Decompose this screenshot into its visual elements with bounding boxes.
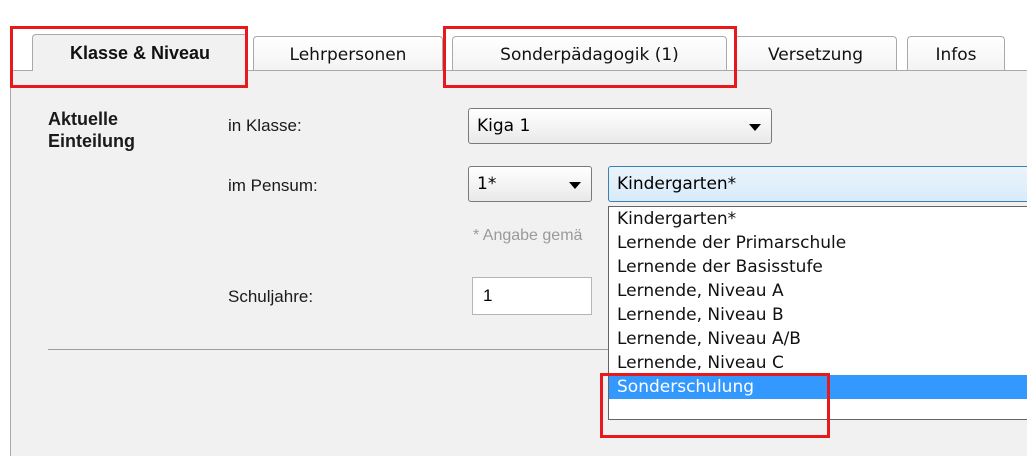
dropdown-option[interactable]: Kindergarten* (609, 207, 1027, 231)
section-heading-line2: Einteilung (48, 131, 135, 151)
section-heading-line1: Aktuelle (48, 109, 119, 129)
dropdown-option-selected[interactable]: Sonderschulung (609, 375, 1027, 399)
chevron-down-icon (749, 124, 761, 131)
schuljahre-label: Schuljahre: (228, 287, 314, 306)
pensum-label: im Pensum: (228, 176, 318, 195)
klasse-select[interactable]: Kiga 1 (468, 108, 772, 144)
tab-klasse-niveau[interactable]: Klasse & Niveau (32, 34, 248, 71)
divider (48, 349, 618, 350)
niveau-select-value: Kindergarten* (617, 174, 737, 194)
klasse-select-value: Kiga 1 (477, 116, 531, 136)
niveau-select[interactable]: Kindergarten* (608, 166, 1027, 202)
dropdown-option[interactable]: Lernende, Niveau A (609, 279, 1027, 303)
klasse-label: in Klasse: (228, 116, 302, 135)
pensum-select-value: 1* (477, 174, 497, 194)
dropdown-option[interactable]: Lernende der Basisstufe (609, 255, 1027, 279)
dropdown-option[interactable]: Lernende der Primarschule (609, 231, 1027, 255)
tab-versetzung[interactable]: Versetzung (734, 36, 897, 70)
dropdown-option[interactable]: Lernende, Niveau B (609, 303, 1027, 327)
tab-sonderpaedagogik[interactable]: Sonderpädagogik (1) (452, 36, 727, 70)
tab-infos[interactable]: Infos (907, 36, 1005, 70)
section-heading: Aktuelle Einteilung (48, 108, 135, 152)
chevron-down-icon (569, 182, 581, 189)
pensum-hint: * Angabe gemä (473, 227, 583, 244)
dropdown-option[interactable]: Lernende, Niveau A/B (609, 327, 1027, 351)
niveau-dropdown-list[interactable]: Kindergarten* Lernende der Primarschule … (608, 206, 1027, 420)
tab-lehrpersonen[interactable]: Lehrpersonen (253, 36, 443, 70)
dropdown-option[interactable]: Lernende, Niveau C (609, 351, 1027, 375)
pensum-select[interactable]: 1* (468, 166, 592, 202)
schuljahre-input[interactable]: 1 (472, 277, 592, 315)
